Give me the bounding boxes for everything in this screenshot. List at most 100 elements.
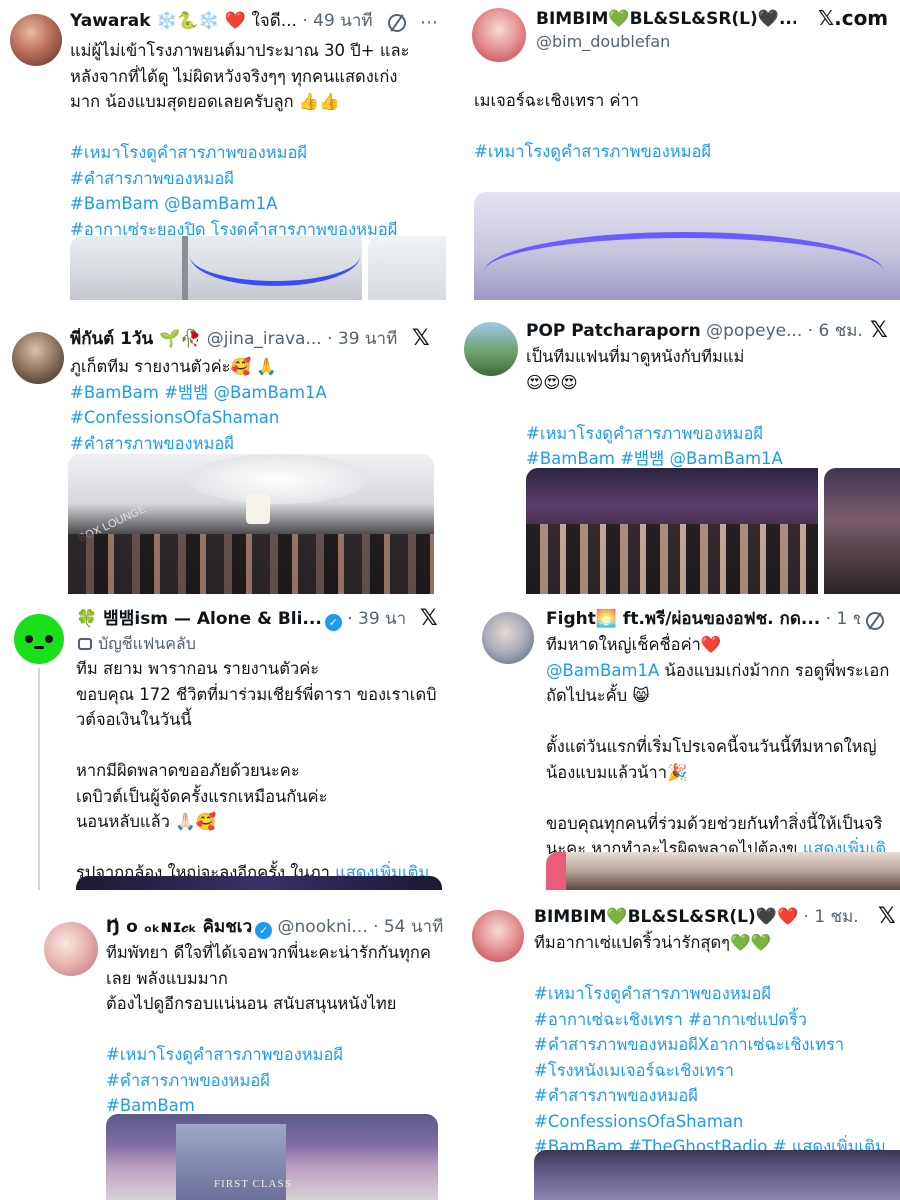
display-name[interactable]: Fight🌅 ft.พรี/ผ่อนของอฟช. กด...: [546, 609, 820, 629]
text-line: เลย พลังแบมมาก: [106, 968, 228, 988]
display-name[interactable]: พี่กันต์ 1วัน 🌱🥀: [70, 329, 201, 349]
tweet-card-bambamism[interactable]: 🍀 뱀뱀ism — Alone & Bli...✓ · 39 นาที 𝕏 บั…: [0, 600, 446, 890]
tweet-card-fight-hatyai[interactable]: Fight🌅 ft.พรี/ผ่อนของอฟช. กด... · 1 ชม. …: [456, 600, 900, 890]
display-name[interactable]: 🍀 뱀뱀ism — Alone & Bli...: [76, 609, 322, 629]
thread-line: [38, 668, 40, 890]
x-logo-icon[interactable]: 𝕏.com: [818, 6, 888, 30]
avatar[interactable]: [482, 612, 534, 664]
handle-and-time[interactable]: @jina_irava... · 39 นาที: [201, 329, 398, 349]
hashtag[interactable]: #ConfessionsOfaShaman: [70, 405, 446, 431]
hashtag[interactable]: #คำสารภาพของหมอผี: [70, 166, 446, 192]
hashtag[interactable]: #BamBam @BamBam1A: [70, 191, 446, 217]
verified-badge-icon: ✓: [324, 614, 342, 631]
hashtag[interactable]: #อากาเซ่ฉะเชิงเทรา #อากาเซ่แปดริ้ว: [534, 1007, 900, 1033]
tweet-photo[interactable]: [76, 876, 442, 890]
display-name[interactable]: BIMBIM💚BL&SL&SR(L)🖤...: [536, 9, 796, 29]
tweet-text: ทีม สยาม พารากอน รายงานตัวค่ะ ขอบคุณ 172…: [76, 656, 446, 886]
tweet-card-bimbim-chachoengsao[interactable]: BIMBIM💚BL&SL&SR(L)🖤❤️ · 1 ชม. 𝕏 ทีมอากาเ…: [456, 900, 900, 1200]
x-logo-icon[interactable]: 𝕏: [412, 326, 430, 351]
hashtag[interactable]: #เหมาโรงดูคำสารภาพของหมอผี: [70, 140, 446, 166]
handle[interactable]: @bim_doublefan: [536, 32, 670, 51]
tweet-header: Ŋ̍ o ₒₖɴɪ𝒸ₖ คิมชเว ✓ @nookni... · 54 นาที: [106, 916, 446, 939]
hashtag[interactable]: #BamBam #뱀뱀 @BamBam1A: [70, 380, 446, 406]
tweet-card-bimbim-embed[interactable]: BIMBIM💚BL&SL&SR(L)🖤... @bim_doublefan 𝕏.…: [456, 0, 900, 300]
timestamp[interactable]: · 1 ชม.: [798, 907, 859, 927]
avatar[interactable]: [14, 614, 64, 664]
hashtag[interactable]: #คำสารภาพของหมอผี: [106, 1068, 446, 1094]
tweet-photo-group[interactable]: BOX LOUNGE: [68, 454, 434, 594]
tweet-photo[interactable]: [70, 236, 362, 300]
avatar[interactable]: [12, 332, 64, 384]
avatar[interactable]: [472, 8, 526, 62]
text-line: ถัดไปนะคั้บ 😸: [546, 686, 650, 705]
tweet-card-pattaya[interactable]: Ŋ̍ o ₒₖɴɪ𝒸ₖ คิมชเว ✓ @nookni... · 54 นาที…: [0, 908, 446, 1200]
text-line: เป็นทีมแฟนที่มาดูหนังกับทีมแม่: [526, 347, 745, 366]
display-name[interactable]: POP Patcharaporn: [526, 321, 701, 341]
hashtag[interactable]: #เหมาโรงดูคำสารภาพของหมอผี: [534, 981, 900, 1007]
fan-account-label: บัญชีแฟนคลับ: [78, 632, 196, 657]
tweet-photo[interactable]: [534, 1150, 900, 1200]
timestamp[interactable]: · 39 นาที: [342, 609, 406, 629]
tweet-header: BIMBIM💚BL&SL&SR(L)🖤...: [536, 8, 796, 30]
text-line: หากมีผิดพลาดขออภัยด้วยนะคะ: [76, 761, 300, 780]
tweet-text: เป็นทีมแฟนที่มาดูหนังกับทีมแม่ 😍😍😍 #เหมา…: [526, 344, 900, 472]
avatar[interactable]: [464, 322, 518, 376]
tweet-card-yawarak[interactable]: Yawarak ❄️🐍❄️ ❤️ ใจดี... · 49 นาที ⋯ แม่…: [0, 0, 446, 300]
text-line: แม่ผู้ไม่เข้าโรงภาพยนต์มาประมาณ 30 ปี+ แ…: [70, 41, 410, 60]
tweet-card-phuket-team[interactable]: พี่กันต์ 1วัน 🌱🥀 @jina_irava... · 39 นาท…: [0, 318, 446, 594]
grok-icon[interactable]: [863, 609, 887, 633]
handle-and-time[interactable]: @nookni... · 54 นาที: [272, 917, 444, 937]
fan-account-text: บัญชีแฟนคลับ: [98, 634, 196, 653]
more-icon[interactable]: ⋯: [420, 12, 438, 33]
tweet-header: Fight🌅 ft.พรี/ผ่อนของอฟช. กด... · 1 ชม.: [546, 608, 860, 630]
tweet-header: BIMBIM💚BL&SL&SR(L)🖤❤️ · 1 ชม.: [534, 906, 874, 928]
hashtag[interactable]: #เหมาโรงดูคำสารภาพของหมอผี: [106, 1042, 446, 1068]
text-line: ต้องไปดูอีกรอบแน่นอน สนับสนุนหนังไทย: [106, 994, 397, 1013]
tweet-photo[interactable]: [824, 468, 900, 594]
x-logo-icon[interactable]: 𝕏: [870, 318, 888, 343]
tweet-photo[interactable]: [546, 852, 900, 890]
text-line: วต์จอเงินในวันนี้: [76, 710, 192, 729]
text-line: @BamBam1A น้องแบมเก่งม้ากก รอดูพี่พระเอก: [546, 658, 900, 684]
grok-icon[interactable]: [385, 11, 409, 35]
timestamp[interactable]: · 49 นาที: [297, 11, 372, 31]
avatar[interactable]: [472, 910, 524, 962]
avatar[interactable]: [44, 922, 98, 976]
tweet-text: แม่ผู้ไม่เข้าโรงภาพยนต์มาประมาณ 30 ปี+ แ…: [70, 38, 446, 242]
text-line: นอนหลับแล้ว 🙏🏻🥰: [76, 812, 217, 831]
verified-badge-icon: ✓: [255, 922, 273, 939]
text-line: เดบิวต์เป็นผู้จัดครั้งแรกเหมือนกันค่ะ: [76, 786, 328, 806]
display-name[interactable]: Yawarak: [70, 11, 151, 31]
text-line: น้องแบมแล้วน้าา🎉: [546, 762, 688, 782]
text-line: ขอบคุณทุกคนที่ร่วมด้วยช่วยกันทำสิ่งนี้ให…: [546, 813, 883, 833]
hashtag[interactable]: #คำสารภาพของหมอผี: [534, 1083, 900, 1109]
text-line: ทีม สยาม พารากอน รายงานตัวค่ะ: [76, 659, 320, 678]
tweet-photo[interactable]: FIRST CLASS: [106, 1114, 438, 1200]
text-line: มาก น้องแบมสุดยอดเลยครับลูก 👍👍: [70, 92, 340, 111]
text-line: 😍😍😍: [526, 372, 578, 392]
handle-and-time[interactable]: @popeye... · 6 ชม.: [701, 321, 863, 341]
hashtag[interactable]: #ConfessionsOfaShaman: [534, 1109, 900, 1135]
mention-link[interactable]: @BamBam1A: [546, 661, 659, 680]
text-line: ทีมพัทยา ดีใจที่ได้เจอพวกพี่นะคะน่ารักกั…: [106, 943, 431, 962]
hashtag[interactable]: #โรงหนังเมเจอร์ฉะเชิงเทรา: [534, 1058, 900, 1084]
tweet-photo[interactable]: [368, 236, 446, 300]
hashtag[interactable]: #เหมาโรงดูคำสารภาพของหมอผี: [474, 139, 894, 165]
tweet-header: POP Patcharaporn @popeye... · 6 ชม.: [526, 320, 866, 342]
display-name[interactable]: BIMBIM💚BL&SL&SR(L)🖤❤️: [534, 907, 798, 927]
hashtag[interactable]: #คำสารภาพของหมอผี: [70, 431, 446, 457]
display-name[interactable]: Ŋ̍ o ₒₖɴɪ𝒸ₖ คิมชเว: [106, 917, 252, 937]
hashtag[interactable]: #เหมาโรงดูคำสารภาพของหมอผี: [526, 421, 900, 447]
tweet-photo[interactable]: [474, 192, 900, 300]
tweet-header: พี่กันต์ 1วัน 🌱🥀 @jina_irava... · 39 นาท…: [70, 328, 400, 350]
tweet-card-pop[interactable]: POP Patcharaporn @popeye... · 6 ชม. 𝕏 เป…: [456, 310, 900, 594]
avatar[interactable]: [10, 14, 62, 66]
x-logo-icon[interactable]: 𝕏: [420, 606, 438, 631]
tweet-photo-group[interactable]: [526, 468, 818, 594]
hashtag[interactable]: #คำสารภาพของหมอผีXอากาเซ่ฉะเชิงเทรา: [534, 1032, 900, 1058]
x-logo-icon[interactable]: 𝕏: [878, 904, 896, 929]
fan-account-icon: [78, 638, 92, 650]
tweet-text: ทีมหาดใหญ่เช็คชื่อค่า❤️ @BamBam1A น้องแบ…: [546, 632, 900, 862]
tweet-header: Yawarak ❄️🐍❄️ ❤️ ใจดี... · 49 นาที: [70, 10, 386, 32]
timestamp[interactable]: · 1 ชม.: [820, 609, 860, 629]
